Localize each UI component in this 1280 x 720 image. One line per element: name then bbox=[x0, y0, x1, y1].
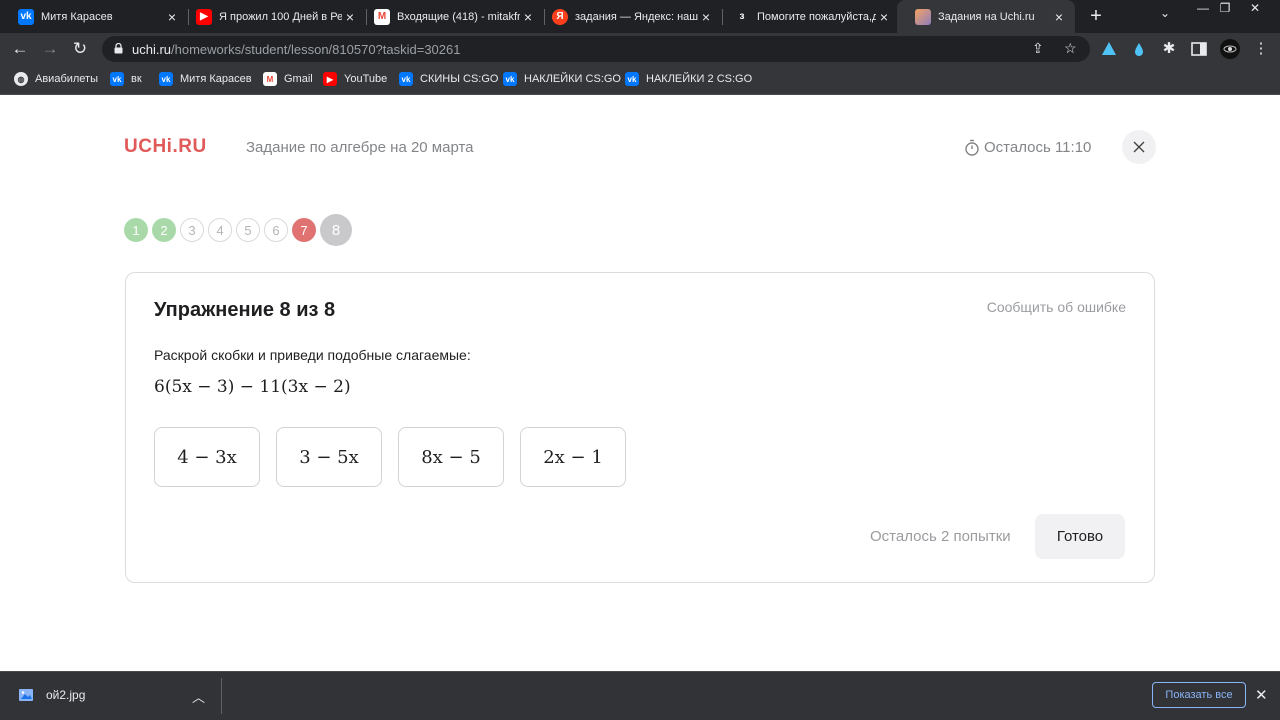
step-8[interactable]: 8 bbox=[320, 214, 352, 246]
bookmark-item[interactable]: vk вк bbox=[110, 72, 142, 86]
tab-vk-profile[interactable]: vk Митя Карасев × bbox=[0, 0, 189, 33]
close-icon[interactable]: × bbox=[1051, 9, 1067, 25]
step-2[interactable]: 2 bbox=[152, 218, 176, 242]
tab-title: Помогите пожалуйста,да bbox=[757, 10, 876, 23]
side-panel-icon[interactable] bbox=[1190, 40, 1208, 58]
attempts-remaining: Осталось 2 попытки bbox=[870, 528, 1011, 545]
close-lesson-button[interactable] bbox=[1122, 130, 1156, 164]
bookmark-item[interactable]: vk НАКЛЕЙКИ CS:GO bbox=[503, 72, 621, 86]
lesson-title: Задание по алгебре на 20 марта bbox=[246, 139, 474, 156]
step-7[interactable]: 7 bbox=[292, 218, 316, 242]
step-3[interactable]: 3 bbox=[180, 218, 204, 242]
answer-option[interactable]: 3 − 5x bbox=[276, 427, 382, 487]
vk-icon: vk bbox=[625, 72, 639, 86]
image-file-icon bbox=[19, 689, 33, 701]
tab-title: Задания на Uchi.ru bbox=[938, 10, 1035, 23]
tab-uchi-active[interactable]: Задания на Uchi.ru × bbox=[897, 0, 1075, 33]
tab-title: задания — Яндекс: наш bbox=[575, 10, 698, 23]
uchi-logo[interactable]: UCHi.RU bbox=[124, 136, 207, 158]
bookmark-item[interactable]: vk СКИНЫ CS:GO bbox=[399, 72, 498, 86]
uchi-icon bbox=[915, 8, 931, 25]
done-button[interactable]: Готово bbox=[1035, 514, 1125, 559]
tab-title: Митя Карасев bbox=[41, 10, 113, 23]
bookmark-item[interactable]: M Gmail bbox=[263, 72, 313, 86]
answer-options: 4 − 3x 3 − 5x 8x − 5 2x − 1 bbox=[154, 427, 642, 487]
tab-search-icon[interactable]: ⌄ bbox=[1160, 6, 1170, 20]
math-expression: 6(5x − 3) − 11(3x − 2) bbox=[154, 377, 351, 397]
download-item[interactable]: ой2.jpg bbox=[18, 687, 85, 703]
tab-youtube[interactable]: ▶ Я прожил 100 Дней в Ре × bbox=[178, 0, 367, 33]
step-5[interactable]: 5 bbox=[236, 218, 260, 242]
extension-drop-icon[interactable] bbox=[1130, 40, 1148, 58]
bookmark-item[interactable]: ▶ YouTube bbox=[323, 72, 387, 86]
menu-kebab-icon[interactable]: ⋮ bbox=[1250, 38, 1272, 60]
close-icon[interactable]: × bbox=[698, 9, 714, 25]
tab-gmail[interactable]: M Входящие (418) - mitakfr × bbox=[356, 0, 545, 33]
tab-title: Входящие (418) - mitakfr bbox=[397, 10, 520, 23]
exercise-title: Упражнение 8 из 8 bbox=[154, 299, 336, 321]
youtube-icon: ▶ bbox=[323, 72, 337, 86]
star-icon[interactable]: ☆ bbox=[1064, 40, 1077, 57]
answer-option[interactable]: 4 − 3x bbox=[154, 427, 260, 487]
report-error-link[interactable]: Сообщить об ошибке bbox=[987, 299, 1126, 315]
answer-option[interactable]: 2x − 1 bbox=[520, 427, 626, 487]
answer-option[interactable]: 8x − 5 bbox=[398, 427, 504, 487]
profile-avatar[interactable] bbox=[1220, 39, 1240, 59]
share-icon[interactable]: ⇪ bbox=[1032, 40, 1044, 57]
stopwatch-icon bbox=[965, 139, 979, 156]
show-all-downloads-button[interactable]: Показать все bbox=[1152, 682, 1246, 708]
tab-title: Я прожил 100 Дней в Ре bbox=[219, 10, 342, 23]
youtube-icon: ▶ bbox=[196, 8, 212, 25]
tab-znanija[interactable]: з Помогите пожалуйста,да × bbox=[716, 0, 900, 33]
url-text[interactable]: uchi.ru/homeworks/student/lesson/810570?… bbox=[132, 42, 460, 57]
globe-icon: ◍ bbox=[14, 72, 28, 86]
exercise-card: Упражнение 8 из 8 Сообщить об ошибке Рас… bbox=[125, 272, 1155, 583]
bookmark-item[interactable]: vk НАКЛЕЙКИ 2 CS:GO bbox=[625, 72, 752, 86]
gmail-icon: M bbox=[263, 72, 277, 86]
close-icon[interactable]: × bbox=[876, 9, 892, 25]
extension-triangle-icon[interactable] bbox=[1100, 40, 1118, 58]
gmail-icon: M bbox=[374, 8, 390, 25]
tab-yandex[interactable]: Я задания — Яндекс: наш × bbox=[534, 0, 723, 33]
tab-strip: vk Митя Карасев × ▶ Я прожил 100 Дней в … bbox=[0, 0, 1280, 33]
close-icon bbox=[1133, 141, 1145, 153]
forward-arrow-icon[interactable]: → bbox=[39, 38, 61, 60]
window-close-icon[interactable]: ✕ bbox=[1240, 0, 1270, 16]
bookmark-item[interactable]: ◍ Авиабилеты bbox=[14, 72, 98, 86]
step-4[interactable]: 4 bbox=[208, 218, 232, 242]
restore-icon[interactable]: ❐ bbox=[1210, 0, 1240, 16]
step-1[interactable]: 1 bbox=[124, 218, 148, 242]
step-6[interactable]: 6 bbox=[264, 218, 288, 242]
close-icon[interactable]: ✕ bbox=[1255, 686, 1268, 704]
address-bar[interactable]: uchi.ru/homeworks/student/lesson/810570?… bbox=[102, 36, 1090, 62]
yandex-icon: Я bbox=[552, 8, 568, 25]
bookmark-item[interactable]: vk Митя Карасев bbox=[159, 72, 252, 86]
exercise-instruction: Раскрой скобки и приведи подобные слагае… bbox=[154, 347, 471, 363]
browser-toolbar: ← → ↻ uchi.ru/homeworks/student/lesson/8… bbox=[0, 33, 1280, 65]
chevron-up-icon[interactable]: ︿ bbox=[192, 687, 205, 706]
znanija-icon: з bbox=[734, 8, 750, 25]
back-arrow-icon[interactable]: ← bbox=[9, 38, 31, 60]
extensions-puzzle-icon[interactable]: ✱ bbox=[1158, 38, 1180, 60]
vk-icon: vk bbox=[110, 72, 124, 86]
vk-icon: vk bbox=[399, 72, 413, 86]
reload-icon[interactable]: ↻ bbox=[69, 38, 91, 60]
vk-icon: vk bbox=[503, 72, 517, 86]
new-tab-button[interactable]: + bbox=[1085, 5, 1107, 27]
download-bar: ой2.jpg ︿ Показать все ✕ bbox=[0, 671, 1280, 720]
timer-label: Осталось 11:10 bbox=[984, 139, 1092, 156]
timer: Осталось 11:10 bbox=[964, 139, 1091, 156]
lock-icon bbox=[114, 43, 123, 54]
bookmarks-bar: ◍ Авиабилеты vk вк vk Митя Карасев M Gmail ▶… bbox=[0, 65, 1280, 95]
vk-icon: vk bbox=[18, 8, 34, 25]
vk-icon: vk bbox=[159, 72, 173, 86]
exercise-progress: 1 2 3 4 5 6 7 8 bbox=[124, 214, 356, 246]
download-file-name: ой2.jpg bbox=[46, 688, 86, 702]
